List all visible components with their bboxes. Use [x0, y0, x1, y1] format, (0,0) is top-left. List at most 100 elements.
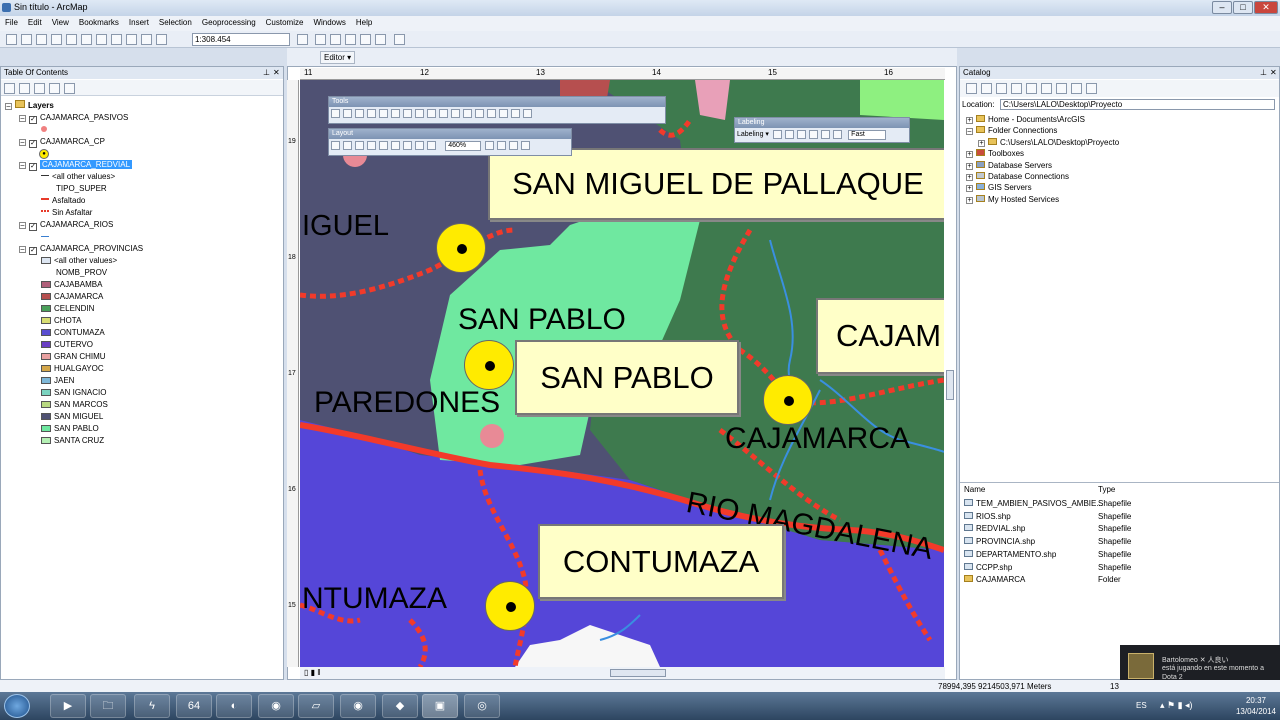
map-canvas[interactable]: SAN MIGUEL DE PALLAQUE IGUEL SAN PABLO C…: [300, 80, 944, 667]
change-layout-icon[interactable]: [509, 141, 519, 150]
menu-view[interactable]: View: [47, 16, 74, 29]
menu-bookmarks[interactable]: Bookmarks: [74, 16, 124, 29]
collapse-icon[interactable]: –: [19, 246, 26, 253]
expand-icon[interactable]: +: [966, 174, 973, 181]
tree-database-servers[interactable]: + Database Servers: [966, 160, 1052, 171]
zoom-in-icon[interactable]: [331, 109, 340, 118]
layout-pan-icon[interactable]: [355, 141, 364, 150]
start-button[interactable]: [4, 694, 30, 718]
add-data-icon[interactable]: [156, 34, 167, 45]
horizontal-scrollbar[interactable]: [610, 669, 666, 677]
catalog-list-item[interactable]: PROVINCIA.shp Shapefile: [964, 536, 1274, 547]
label-manager-icon[interactable]: [772, 130, 782, 139]
arctoolbox-icon[interactable]: [360, 34, 371, 45]
column-header-type[interactable]: Type: [1098, 485, 1115, 494]
save-icon[interactable]: [36, 34, 47, 45]
collapse-icon[interactable]: –: [19, 115, 26, 122]
menu-customize[interactable]: Customize: [261, 16, 309, 29]
time-slider-icon[interactable]: [523, 109, 532, 118]
layout-zoom-out-icon[interactable]: [343, 141, 352, 150]
pause-labeling-icon[interactable]: [796, 130, 806, 139]
data-driven-pages-icon[interactable]: [521, 141, 531, 150]
layer-visibility-checkbox[interactable]: ✓: [29, 116, 37, 124]
catalog-list-item[interactable]: CCPP.shp Shapefile: [964, 562, 1274, 573]
tree-database-connections[interactable]: + Database Connections: [966, 171, 1069, 182]
tree-gis-servers[interactable]: + GIS Servers: [966, 182, 1032, 193]
menu-windows[interactable]: Windows: [308, 16, 350, 29]
layer-visibility-checkbox[interactable]: ✓: [29, 163, 37, 171]
tree-folder-connections[interactable]: – Folder Connections: [966, 125, 1057, 136]
taskbar-app-bolt[interactable]: ϟ: [134, 694, 170, 718]
view-switch-buttons[interactable]: ▯ ▮ ‖: [304, 668, 321, 677]
expand-icon[interactable]: +: [966, 151, 973, 158]
view-unplaced-labels-icon[interactable]: [808, 130, 818, 139]
layer-redvial[interactable]: – ✓ CAJAMARCA_REDVIAL: [19, 159, 133, 171]
taskbar-arcmap[interactable]: ▣: [422, 694, 458, 718]
catalog-window-icon[interactable]: [330, 34, 341, 45]
new-icon[interactable]: [6, 34, 17, 45]
search-window-icon[interactable]: [345, 34, 356, 45]
layer-pasivos[interactable]: – ✓ CAJAMARCA_PASIVOS: [19, 112, 128, 124]
home-icon[interactable]: [1011, 83, 1022, 94]
clear-selection-icon[interactable]: [439, 109, 448, 118]
collapse-icon[interactable]: –: [19, 162, 26, 169]
identify-icon[interactable]: [463, 109, 472, 118]
expand-icon[interactable]: +: [978, 140, 985, 147]
tray-icons[interactable]: ▴ ⚑ ▮ ◂): [1160, 700, 1193, 711]
map-scale-input[interactable]: 1:308.454: [192, 33, 290, 46]
list-by-drawing-order-icon[interactable]: [4, 83, 15, 94]
editor-toolbar-icon[interactable]: [297, 34, 308, 45]
layer-provincias[interactable]: – ✓ CAJAMARCA_PROVINCIAS: [19, 243, 143, 255]
toc-pin-icon[interactable]: ⊥: [263, 68, 270, 77]
labeling-mode-select[interactable]: Fast: [848, 130, 887, 140]
back-icon[interactable]: [403, 109, 412, 118]
taskbar-app-64[interactable]: 64: [176, 694, 212, 718]
full-extent-icon[interactable]: [367, 109, 376, 118]
menu-help[interactable]: Help: [351, 16, 377, 29]
catalog-options-icon[interactable]: [1086, 83, 1097, 94]
lock-labels-icon[interactable]: [784, 130, 794, 139]
editor-menu-button[interactable]: Editor ▾: [320, 51, 356, 64]
location-input[interactable]: C:\Users\LALO\Desktop\Proyecto: [1000, 99, 1275, 110]
table-icon[interactable]: [315, 34, 326, 45]
go-back-extent-icon[interactable]: [415, 141, 424, 150]
forward-icon[interactable]: [415, 109, 424, 118]
select-features-icon[interactable]: [427, 109, 436, 118]
collapse-icon[interactable]: –: [19, 139, 26, 146]
layer-visibility-checkbox[interactable]: ✓: [29, 223, 37, 231]
collapse-icon[interactable]: –: [19, 222, 26, 229]
catalog-list-item[interactable]: RIOS.shp Shapefile: [964, 511, 1274, 522]
menu-file[interactable]: File: [0, 16, 23, 29]
expand-icon[interactable]: +: [966, 117, 973, 124]
menu-edit[interactable]: Edit: [23, 16, 47, 29]
fixed-zoom-out-icon[interactable]: [391, 109, 400, 118]
system-clock[interactable]: 20:37 13/04/2014: [1236, 695, 1276, 717]
list-by-source-icon[interactable]: [19, 83, 30, 94]
python-icon[interactable]: [375, 34, 386, 45]
list-by-selection-icon[interactable]: [49, 83, 60, 94]
toggle-tree-icon[interactable]: [1071, 83, 1082, 94]
vertical-scrollbar[interactable]: [946, 370, 954, 400]
taskbar-chrome[interactable]: ◉: [258, 694, 294, 718]
expand-icon[interactable]: +: [966, 185, 973, 192]
catalog-list-item[interactable]: TEM_AMBIEN_PASIVOS_AMBIE... Shapefile: [964, 498, 1274, 509]
tree-toolboxes[interactable]: + Toolboxes: [966, 148, 1024, 159]
minimize-button[interactable]: –: [1212, 1, 1232, 14]
taskbar-app-diamond[interactable]: ◆: [382, 694, 418, 718]
menu-insert[interactable]: Insert: [124, 16, 154, 29]
language-indicator[interactable]: ES: [1136, 701, 1147, 710]
tree-hosted-services[interactable]: + My Hosted Services: [966, 194, 1059, 205]
expand-icon[interactable]: +: [966, 197, 973, 204]
zoom-100-icon[interactable]: [379, 141, 388, 150]
open-icon[interactable]: [21, 34, 32, 45]
layer-cp[interactable]: – ✓ CAJAMARCA_CP: [19, 136, 105, 148]
tree-home[interactable]: + Home - Documents\ArcGIS: [966, 114, 1085, 125]
forward-arrow-icon[interactable]: [981, 83, 992, 94]
paste-icon[interactable]: [96, 34, 107, 45]
go-forward-extent-icon[interactable]: [427, 141, 436, 150]
print-icon[interactable]: [51, 34, 62, 45]
redo-icon[interactable]: [141, 34, 152, 45]
hyperlink-icon[interactable]: [499, 109, 508, 118]
html-popup-icon[interactable]: [511, 109, 520, 118]
layout-zoom-in-icon[interactable]: [331, 141, 340, 150]
